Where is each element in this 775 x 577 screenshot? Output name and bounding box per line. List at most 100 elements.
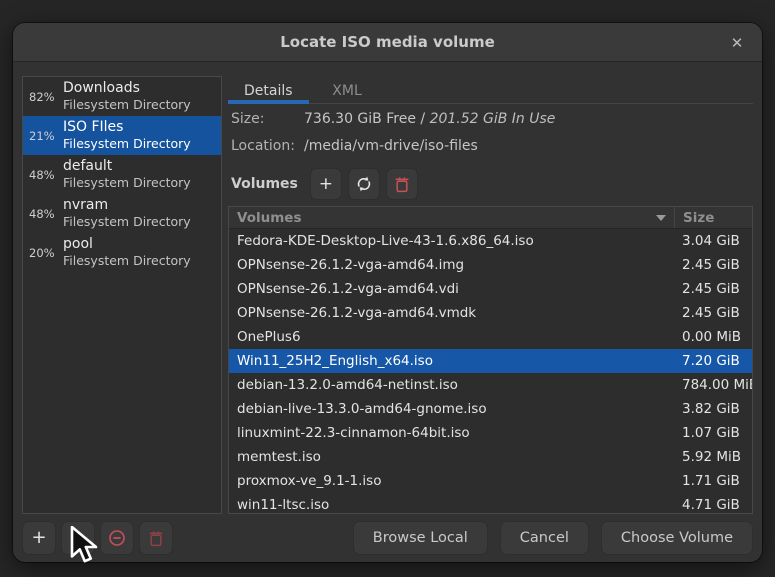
volume-size: 1.07 GiB [674,425,752,441]
volume-row[interactable]: proxmox-ve_9.1-1.iso 1.71 GiB [229,469,752,493]
volume-name: win11-ltsc.iso [229,497,674,513]
volume-name: Win11_25H2_English_x64.iso [229,353,674,369]
size-row: Size: 736.30 GiB Free / 201.52 GiB In Us… [228,108,753,131]
size-value: 736.30 GiB Free / 201.52 GiB In Use [304,108,555,131]
volumes-table-body: Fedora-KDE-Desktop-Live-43-1.6.x86_64.is… [229,229,752,513]
volume-row[interactable]: win11-ltsc.iso 4.71 GiB [229,493,752,513]
volume-size: 3.04 GiB [674,233,752,249]
stop-pool-button[interactable] [100,521,134,555]
start-pool-button[interactable] [61,521,95,555]
pool-usage-percent: 20% [29,246,59,260]
close-icon: ✕ [731,34,744,52]
pool-details-panel: Details XML Size: 736.30 GiB Free / 201.… [228,76,753,514]
plus-icon: + [31,529,46,547]
column-header-volumes[interactable]: Volumes [229,207,674,228]
storage-pool-list: 82% Downloads Filesystem Directory 21% I… [22,76,222,514]
volume-size: 4.71 GiB [674,497,752,513]
volume-name: OnePlus6 [229,329,674,345]
volume-name: Fedora-KDE-Desktop-Live-43-1.6.x86_64.is… [229,233,674,249]
volume-size: 784.00 MiB [674,377,752,393]
storage-pool-item[interactable]: 82% Downloads Filesystem Directory [23,77,221,116]
pool-usage-percent: 48% [29,207,59,221]
locate-iso-dialog: Locate ISO media volume ✕ 82% Downloads … [13,23,762,562]
add-pool-button[interactable]: + [22,521,56,555]
volume-size: 5.92 MiB [674,449,752,465]
pool-usage-percent: 82% [29,90,59,104]
volume-row[interactable]: debian-live-13.3.0-amd64-gnome.iso 3.82 … [229,397,752,421]
volume-row[interactable]: OnePlus6 0.00 MiB [229,325,752,349]
trash-icon [148,530,164,547]
volume-size: 3.82 GiB [674,401,752,417]
tab[interactable]: Details [228,76,309,103]
pool-type: Filesystem Directory [63,97,191,113]
volume-name: linuxmint-22.3-cinnamon-64bit.iso [229,425,674,441]
volume-size: 2.45 GiB [674,305,752,321]
size-in-use: 201.52 GiB In Use [430,111,556,127]
volumes-table-header: Volumes Size [229,207,752,229]
delete-pool-button[interactable] [139,521,173,555]
pool-type: Filesystem Directory [63,175,191,191]
pool-name: default [63,158,191,175]
volume-row[interactable]: memtest.iso 5.92 MiB [229,445,752,469]
pool-usage-percent: 21% [29,129,59,143]
volume-size: 1.71 GiB [674,473,752,489]
pool-type: Filesystem Directory [63,136,191,152]
volume-row[interactable]: Win11_25H2_English_x64.iso 7.20 GiB [229,349,752,373]
volume-name: OPNsense-26.1.2-vga-amd64.vmdk [229,305,674,321]
volumes-section-label: Volumes [228,176,298,192]
volumes-table: Volumes Size Fedora-KDE-Desktop-Live-43-… [228,206,753,514]
dialog-footer: + Browse Local Cancel Choose Volume [13,514,762,562]
volume-row[interactable]: OPNsense-26.1.2-vga-amd64.vdi 2.45 GiB [229,277,752,301]
pool-type: Filesystem Directory [63,214,191,230]
refresh-icon [355,175,373,193]
trash-icon [394,176,410,193]
volume-row[interactable]: OPNsense-26.1.2-vga-amd64.img 2.45 GiB [229,253,752,277]
location-value: /media/vm-drive/iso-files [304,135,478,158]
volume-size: 7.20 GiB [674,353,752,369]
dialog-title: Locate ISO media volume [280,33,495,51]
stop-icon [108,529,126,547]
add-volume-button[interactable]: + [310,168,342,200]
volume-row[interactable]: debian-13.2.0-amd64-netinst.iso 784.00 M… [229,373,752,397]
size-label: Size: [228,108,304,131]
tab-label: XML [332,83,361,99]
volume-size: 0.00 MiB [674,329,752,345]
browse-local-button[interactable]: Browse Local [353,521,488,555]
play-icon [73,530,86,546]
delete-volume-button[interactable] [386,168,418,200]
pool-name: ISO FIles [63,119,191,136]
storage-pool-item[interactable]: 48% default Filesystem Directory [23,155,221,194]
tab-bar: Details XML [228,76,753,104]
refresh-volumes-button[interactable] [348,168,380,200]
choose-volume-button[interactable]: Choose Volume [601,521,753,555]
storage-pool-item[interactable]: 48% nvram Filesystem Directory [23,194,221,233]
volumes-toolbar: Volumes + [228,168,753,200]
sort-descending-icon [656,215,666,221]
storage-pool-item[interactable]: 20% pool Filesystem Directory [23,233,221,272]
pool-type: Filesystem Directory [63,253,191,269]
pool-name: Downloads [63,80,191,97]
pool-usage-percent: 48% [29,168,59,182]
plus-icon: + [319,176,333,193]
volume-size: 2.45 GiB [674,281,752,297]
dialog-content: 82% Downloads Filesystem Directory 21% I… [13,62,762,514]
location-row: Location: /media/vm-drive/iso-files [228,135,753,158]
pool-name: nvram [63,197,191,214]
volume-name: proxmox-ve_9.1-1.iso [229,473,674,489]
volume-name: debian-13.2.0-amd64-netinst.iso [229,377,674,393]
volume-name: OPNsense-26.1.2-vga-amd64.vdi [229,281,674,297]
storage-pool-item[interactable]: 21% ISO FIles Filesystem Directory [23,116,221,155]
dialog-titlebar: Locate ISO media volume ✕ [13,23,762,62]
volume-row[interactable]: Fedora-KDE-Desktop-Live-43-1.6.x86_64.is… [229,229,752,253]
pool-name: pool [63,236,191,253]
volume-name: OPNsense-26.1.2-vga-amd64.img [229,257,674,273]
tab-label: Details [244,83,293,99]
desktop-backdrop: { "dialog": { "title": "Locate ISO media… [0,0,775,577]
tab[interactable]: XML [309,76,386,103]
volume-row[interactable]: linuxmint-22.3-cinnamon-64bit.iso 1.07 G… [229,421,752,445]
cancel-button[interactable]: Cancel [500,521,589,555]
column-header-size[interactable]: Size [674,207,752,228]
volume-row[interactable]: OPNsense-26.1.2-vga-amd64.vmdk 2.45 GiB [229,301,752,325]
close-button[interactable]: ✕ [724,30,750,56]
location-label: Location: [228,135,304,158]
